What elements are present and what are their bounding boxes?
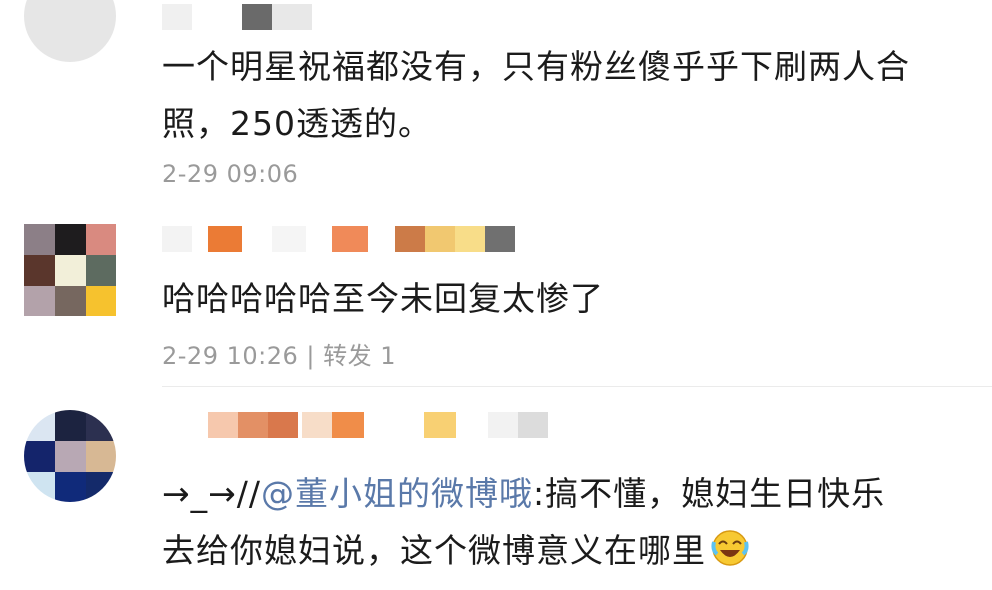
laugh-cry-icon xyxy=(710,528,750,568)
username-pixelated[interactable] xyxy=(162,4,362,30)
comment-timestamp: 2-29 10:26 xyxy=(162,342,299,370)
divider xyxy=(162,386,992,387)
comment-text-line: 去给你媳妇说，这个微博意义在哪里 xyxy=(162,522,962,579)
comment-text: 一个明星祝福都没有，只有粉丝傻乎乎下刷两人合 照，250透透的。 xyxy=(162,38,962,152)
avatar[interactable] xyxy=(24,410,116,502)
comment-meta: 2-29 10:26 | 转发 1 xyxy=(162,336,396,371)
meta-separator: | xyxy=(306,342,315,370)
username-pixelated[interactable] xyxy=(162,226,522,252)
comment-text-line: →_→//@董小姐的微博哦:搞不懂，媳妇生日快乐 xyxy=(162,465,962,522)
reply-prefix: →_→// xyxy=(162,474,262,513)
avatar[interactable] xyxy=(24,0,116,62)
comment-text-line: 照，250透透的。 xyxy=(162,104,432,143)
avatar[interactable] xyxy=(24,224,116,316)
comment-text: →_→//@董小姐的微博哦:搞不懂，媳妇生日快乐 去给你媳妇说，这个微博意义在哪… xyxy=(162,465,962,579)
comment-text-line: 一个明星祝福都没有，只有粉丝傻乎乎下刷两人合 xyxy=(162,47,910,86)
comment-text-line2: 去给你媳妇说，这个微博意义在哪里 xyxy=(162,531,706,570)
mention-link[interactable]: @董小姐的微博哦 xyxy=(261,474,533,513)
username-pixelated[interactable] xyxy=(162,412,552,438)
comment-timestamp: 2-29 09:06 xyxy=(162,160,299,188)
quoted-text: :搞不懂，媳妇生日快乐 xyxy=(533,474,886,513)
repost-link[interactable]: 转发 1 xyxy=(323,342,396,370)
comment-text-line: 哈哈哈哈哈至今未回复太惨了 xyxy=(162,279,604,318)
comment-text: 哈哈哈哈哈至今未回复太惨了 xyxy=(162,270,962,327)
